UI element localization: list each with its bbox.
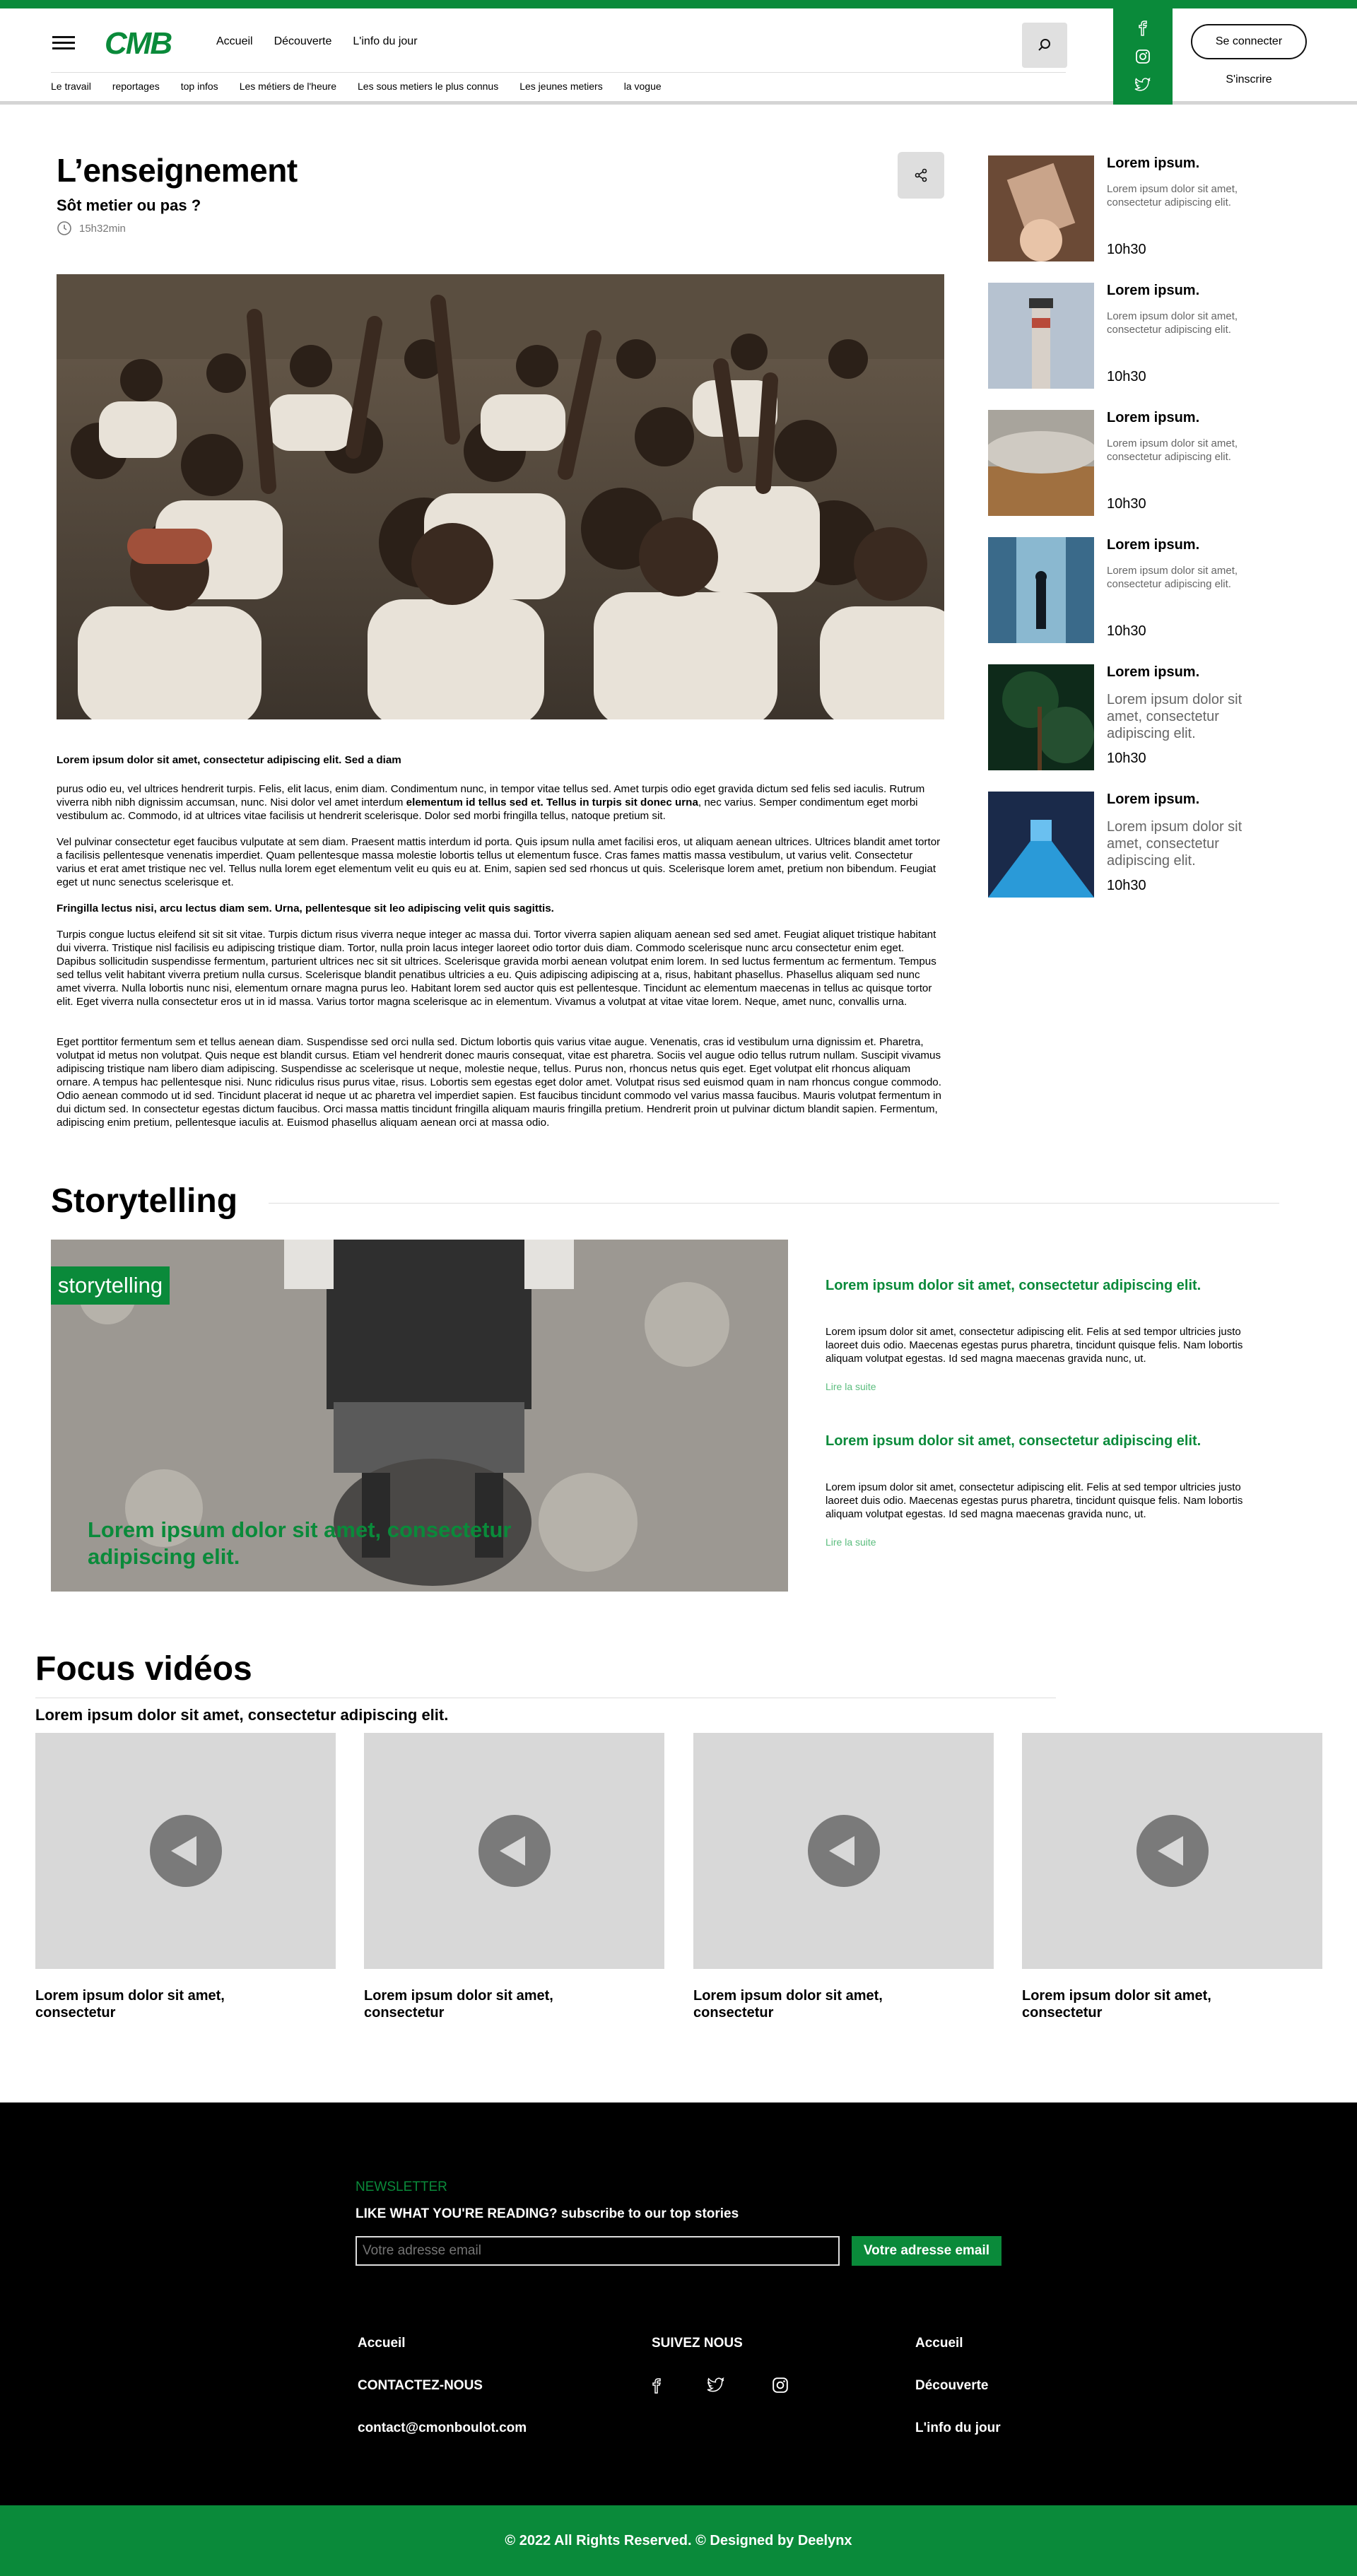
subnav-item[interactable]: Les jeunes metiers	[519, 81, 603, 92]
share-icon	[915, 168, 927, 182]
article-body: Lorem ipsum dolor sit amet, consectetur …	[57, 753, 944, 1142]
play-icon[interactable]	[807, 1815, 880, 1887]
subnav-item[interactable]: Les métiers de l'heure	[240, 81, 336, 92]
footer-link[interactable]: Découverte	[915, 2378, 989, 2394]
article-paragraph: Vel pulvinar consectetur eget faucibus v…	[57, 836, 941, 888]
play-icon[interactable]	[1136, 1815, 1209, 1887]
news-thumbnail	[988, 410, 1094, 516]
side-news-card[interactable]: Lorem ipsum. Lorem ipsum dolor sit amet,…	[988, 792, 1313, 898]
play-icon[interactable]	[149, 1815, 222, 1887]
subnav-item[interactable]: Les sous metiers le plus connus	[358, 81, 498, 92]
videos-heading: Focus vidéos	[35, 1650, 252, 1688]
news-thumbnail	[988, 792, 1094, 898]
news-thumbnail	[988, 155, 1094, 261]
storytelling-caption[interactable]: Lorem ipsum dolor sit amet, consectetur …	[88, 1517, 526, 1570]
article-paragraph: Turpis congue luctus eleifend sit sit si…	[57, 929, 936, 1008]
story-item: Lorem ipsum dolor sit amet, consectetur …	[826, 1433, 1264, 1548]
video-caption[interactable]: Lorem ipsum dolor sit amet, consectetur	[364, 1987, 576, 2021]
video-player[interactable]	[35, 1733, 336, 1969]
facebook-icon[interactable]	[649, 2377, 664, 2395]
main-nav: Accueil Découverte L'info du jour	[216, 35, 439, 48]
video-player[interactable]	[693, 1733, 994, 1969]
side-news-card[interactable]: Lorem ipsum. Lorem ipsum dolor sit amet,…	[988, 410, 1313, 516]
article-highlight: Fringilla lectus nisi, arcu lectus diam …	[57, 902, 554, 914]
read-more-link[interactable]: Lire la suite	[826, 1381, 1264, 1392]
read-more-link[interactable]: Lire la suite	[826, 1536, 1264, 1548]
story-title[interactable]: Lorem ipsum dolor sit amet, consectetur …	[826, 1433, 1264, 1449]
duration-text: 15h32min	[79, 222, 126, 235]
video-card: Lorem ipsum dolor sit amet, consectetur	[1022, 1733, 1322, 2021]
news-thumbnail	[988, 283, 1094, 389]
footer-link[interactable]: CONTACTEZ-NOUS	[358, 2378, 483, 2394]
site-footer: NEWSLETTER LIKE WHAT YOU'RE READING? sub…	[0, 2102, 1357, 2505]
play-icon[interactable]	[478, 1815, 551, 1887]
login-button[interactable]: Se connecter	[1191, 24, 1307, 59]
top-accent-bar	[0, 0, 1357, 8]
video-card: Lorem ipsum dolor sit amet, consectetur	[693, 1733, 994, 2021]
social-bar	[1113, 8, 1173, 105]
nav-decouverte[interactable]: Découverte	[274, 35, 332, 48]
video-card: Lorem ipsum dolor sit amet, consectetur	[364, 1733, 664, 2021]
article-title: L’enseignement	[57, 152, 298, 189]
footer-email[interactable]: contact@cmonboulot.com	[358, 2421, 527, 2436]
section-divider	[269, 1203, 1279, 1204]
news-thumbnail	[988, 537, 1094, 643]
instagram-icon[interactable]	[1135, 49, 1151, 64]
article-hero-image	[57, 274, 944, 719]
copyright-bar: © 2022 All Rights Reserved. © Designed b…	[0, 2505, 1357, 2576]
videos-subheading: Lorem ipsum dolor sit amet, consectetur …	[35, 1706, 449, 1724]
side-news-card[interactable]: Lorem ipsum. Lorem ipsum dolor sit amet,…	[988, 664, 1313, 770]
article-intro: Lorem ipsum dolor sit amet, consectetur …	[57, 754, 401, 766]
subnav-item[interactable]: reportages	[112, 81, 160, 92]
sub-nav: Le travail reportages top infos Les méti…	[51, 81, 683, 92]
site-logo[interactable]: CMB	[105, 28, 194, 58]
article-duration: 15h32min	[57, 220, 126, 236]
news-thumbnail	[988, 664, 1094, 770]
video-player[interactable]	[364, 1733, 664, 1969]
instagram-icon[interactable]	[772, 2377, 789, 2394]
storytelling-badge: storytelling	[51, 1266, 170, 1305]
subnav-item[interactable]: top infos	[181, 81, 218, 92]
side-news-card[interactable]: Lorem ipsum. Lorem ipsum dolor sit amet,…	[988, 537, 1313, 643]
side-news-card[interactable]: Lorem ipsum. Lorem ipsum dolor sit amet,…	[988, 283, 1313, 389]
article-subtitle: Sôt metier ou pas ?	[57, 196, 201, 214]
header-divider	[51, 72, 1066, 73]
story-desc: Lorem ipsum dolor sit amet, consectetur …	[826, 1326, 1243, 1365]
facebook-icon[interactable]	[1135, 20, 1151, 36]
storytelling-heading: Storytelling	[51, 1182, 238, 1220]
newsletter-title: LIKE WHAT YOU'RE READING? subscribe to o…	[356, 2206, 739, 2221]
footer-link[interactable]: Accueil	[915, 2336, 963, 2351]
follow-label: SUIVEZ NOUS	[652, 2336, 743, 2351]
newsletter-email-input[interactable]	[356, 2236, 840, 2266]
footer-link[interactable]: L'info du jour	[915, 2421, 1001, 2436]
search-icon	[1038, 39, 1050, 51]
subnav-item[interactable]: la vogue	[624, 81, 662, 92]
side-news-card[interactable]: Lorem ipsum. Lorem ipsum dolor sit amet,…	[988, 155, 1313, 261]
twitter-icon[interactable]	[707, 2377, 725, 2394]
video-caption[interactable]: Lorem ipsum dolor sit amet, consectetur	[35, 1987, 247, 2021]
signup-link[interactable]: S'inscrire	[1191, 73, 1307, 86]
clock-icon	[57, 221, 71, 235]
story-desc: Lorem ipsum dolor sit amet, consectetur …	[826, 1481, 1243, 1520]
svg-text:CMB: CMB	[105, 28, 172, 58]
hamburger-menu-icon[interactable]	[52, 36, 75, 52]
article-paragraph: purus odio eu, vel ultrices hendrerit tu…	[57, 783, 925, 822]
article-paragraph: Eget porttitor fermentum sem et tellus a…	[57, 1036, 941, 1129]
footer-link[interactable]: Accueil	[358, 2336, 406, 2351]
newsletter-label: NEWSLETTER	[356, 2180, 447, 2194]
video-card: Lorem ipsum dolor sit amet, consectetur	[35, 1733, 336, 2021]
subnav-item[interactable]: Le travail	[51, 81, 91, 92]
share-button[interactable]	[898, 152, 944, 199]
newsletter-submit-button[interactable]: Votre adresse email	[852, 2236, 1001, 2266]
story-item: Lorem ipsum dolor sit amet, consectetur …	[826, 1278, 1264, 1392]
video-player[interactable]	[1022, 1733, 1322, 1969]
video-caption[interactable]: Lorem ipsum dolor sit amet, consectetur	[693, 1987, 905, 2021]
nav-accueil[interactable]: Accueil	[216, 35, 253, 48]
twitter-icon[interactable]	[1134, 77, 1151, 93]
nav-info-du-jour[interactable]: L'info du jour	[353, 35, 417, 48]
story-title[interactable]: Lorem ipsum dolor sit amet, consectetur …	[826, 1278, 1264, 1294]
video-caption[interactable]: Lorem ipsum dolor sit amet, consectetur	[1022, 1987, 1234, 2021]
search-button[interactable]	[1022, 23, 1067, 68]
